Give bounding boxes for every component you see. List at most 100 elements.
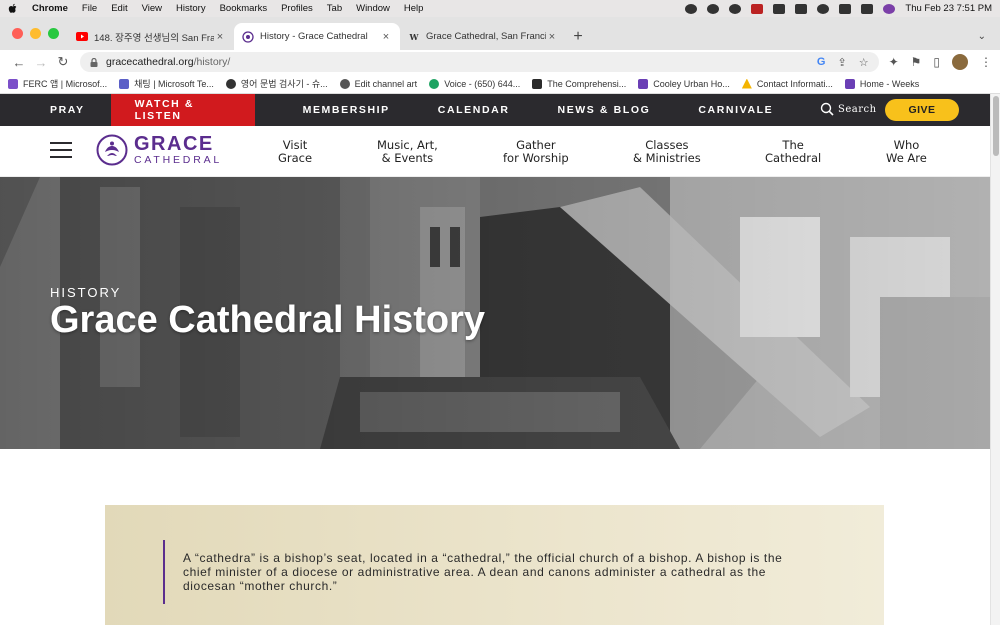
menu-history[interactable]: History (176, 3, 206, 14)
tab-history-grace-cathedral[interactable]: History - Grace Cathedral × (234, 23, 400, 50)
menu-bookmarks[interactable]: Bookmarks (220, 3, 268, 14)
nav-the-cathedral[interactable]: The Cathedral (765, 139, 821, 165)
bookmark-item[interactable]: Voice - (650) 644... (429, 78, 521, 89)
profile-avatar[interactable] (952, 54, 968, 70)
nav-membership[interactable]: MEMBERSHIP (303, 94, 390, 126)
menu-view[interactable]: View (142, 3, 162, 14)
reload-icon[interactable]: ↻ (52, 54, 74, 70)
site-search-button[interactable]: Search (820, 102, 877, 116)
tab-search-chevron-icon[interactable]: ⌄ (978, 31, 986, 42)
close-window-icon[interactable] (12, 28, 23, 39)
bookmark-label: The Comprehensi... (547, 78, 627, 89)
tab-wikipedia[interactable]: W Grace Cathedral, San Francisco × (400, 23, 566, 50)
quote-accent-bar (163, 540, 165, 604)
bookmark-star-icon[interactable]: ☆ (859, 56, 869, 69)
nav-line: Cathedral (765, 151, 822, 165)
apple-icon[interactable] (8, 3, 18, 14)
new-tab-button[interactable]: + (566, 23, 590, 50)
tab-strip: 148. 장주영 선생님의 San Francisco × History - … (0, 17, 1000, 50)
more-menu-icon[interactable]: ⋮ (980, 55, 992, 69)
nav-news-blog[interactable]: NEWS & BLOG (558, 94, 651, 126)
logo-grace-text: GRACE (134, 133, 214, 156)
search-spotlight-icon[interactable] (839, 3, 852, 14)
menu-tab[interactable]: Tab (327, 3, 342, 14)
utility-nav: PRAY WATCH & LISTEN MEMBERSHIP CALENDAR … (0, 94, 990, 126)
close-tab-icon[interactable]: × (546, 31, 558, 43)
page-title: Grace Cathedral History (50, 299, 486, 341)
tab-title: 148. 장주영 선생님의 San Francisco (94, 32, 214, 44)
control-center-icon[interactable] (861, 3, 874, 14)
bookmark-favicon-icon (638, 78, 649, 89)
flag-icon[interactable] (751, 3, 764, 14)
clock[interactable]: Thu Feb 23 7:51 PM (905, 3, 992, 14)
youtube-icon (76, 31, 88, 43)
nav-classes-ministries[interactable]: Classes & Ministries (633, 139, 701, 165)
bookmark-item[interactable]: 영어 문법 검사기 - 슈... (225, 77, 328, 90)
siri-icon[interactable] (883, 3, 896, 14)
bookmark-item[interactable]: The Comprehensi... (532, 78, 627, 89)
back-arrow-icon[interactable]: ← (8, 55, 30, 70)
hero-kicker: HISTORY (50, 285, 122, 300)
address-bar[interactable]: gracecathedral.org/history/ G ⇪ ☆ (80, 52, 879, 72)
share-icon[interactable]: ⇪ (837, 56, 846, 69)
menu-file[interactable]: File (82, 3, 97, 14)
main-nav: GRACE CATHEDRAL Visit Grace Music, Art, & … (0, 126, 990, 177)
nav-visit-grace[interactable]: Visit Grace (278, 139, 312, 165)
status-icons: Thu Feb 23 7:51 PM (685, 3, 992, 14)
bookmark-favicon-icon (225, 78, 236, 89)
bookmark-item[interactable]: Edit channel art (339, 78, 417, 89)
nav-who-we-are[interactable]: Who We Are (886, 139, 927, 165)
bookmark-favicon-icon (8, 78, 18, 89)
page-viewport: PRAY WATCH & LISTEN MEMBERSHIP CALENDAR … (0, 94, 990, 625)
battery-icon[interactable] (795, 3, 808, 14)
nav-calendar[interactable]: CALENDAR (438, 94, 510, 126)
menu-app-name[interactable]: Chrome (32, 3, 68, 14)
tab-title: Grace Cathedral, San Francisco (426, 31, 546, 42)
nav-pray[interactable]: PRAY (0, 94, 111, 126)
menu-edit[interactable]: Edit (111, 3, 127, 14)
scrollbar-thumb[interactable] (993, 96, 999, 156)
bluetooth-icon[interactable] (773, 3, 786, 14)
bookmark-item[interactable]: FERC 앱 | Microsof... (8, 77, 107, 90)
page-scrollbar[interactable] (990, 94, 1000, 625)
nav-line: We Are (886, 151, 927, 165)
extensions-puzzle-icon[interactable]: ✦ (889, 55, 899, 69)
nav-line: & Ministries (633, 151, 701, 165)
zoom-window-icon[interactable] (48, 28, 59, 39)
search-label: Search (838, 103, 877, 115)
menu-help[interactable]: Help (404, 3, 424, 14)
bookmark-label: FERC 앱 | Microsof... (23, 79, 108, 89)
bookmark-item[interactable]: Cooley Urban Ho... (638, 78, 730, 89)
bookmark-favicon-icon (741, 78, 752, 89)
bookmark-item[interactable]: Contact Informati... (741, 78, 833, 89)
play-icon[interactable] (707, 3, 720, 14)
close-tab-icon[interactable]: × (214, 31, 226, 43)
bookmark-label: Voice - (650) 644... (444, 78, 521, 89)
bookmark-item[interactable]: 채팅 | Microsoft Te... (119, 77, 214, 90)
tab-youtube[interactable]: 148. 장주영 선생님의 San Francisco × (68, 23, 234, 50)
minimize-window-icon[interactable] (30, 28, 41, 39)
status-m-icon[interactable] (685, 3, 698, 14)
url-path: /history/ (193, 56, 231, 68)
wifi-icon[interactable] (817, 3, 830, 14)
lock-icon[interactable] (90, 57, 98, 67)
hamburger-menu-icon[interactable] (50, 142, 72, 158)
extension-icon[interactable]: ⚑ (911, 55, 922, 69)
site-logo[interactable]: GRACE CATHEDRAL (96, 134, 222, 166)
bookmark-label: Home - Weeks (859, 78, 920, 89)
bookmark-item[interactable]: Home - Weeks (844, 78, 920, 89)
nav-music-art-events[interactable]: Music, Art, & Events (377, 139, 438, 165)
nav-carnivale[interactable]: CARNIVALE (698, 94, 773, 126)
forward-arrow-icon[interactable]: → (30, 55, 52, 70)
info-icon[interactable] (729, 3, 742, 14)
give-button[interactable]: GIVE (885, 99, 959, 121)
intro-quote-box: A “cathedra” is a bishop’s seat, located… (105, 505, 884, 625)
google-lens-icon[interactable]: G (817, 56, 826, 68)
menu-window[interactable]: Window (356, 3, 390, 14)
grace-cathedral-logo-icon (96, 134, 128, 166)
nav-gather-for-worship[interactable]: Gather for Worship (503, 139, 569, 165)
menu-profiles[interactable]: Profiles (281, 3, 313, 14)
close-tab-icon[interactable]: × (380, 31, 392, 43)
side-panel-icon[interactable]: ▯ (933, 55, 940, 69)
nav-watch-listen[interactable]: WATCH & LISTEN (110, 94, 255, 126)
